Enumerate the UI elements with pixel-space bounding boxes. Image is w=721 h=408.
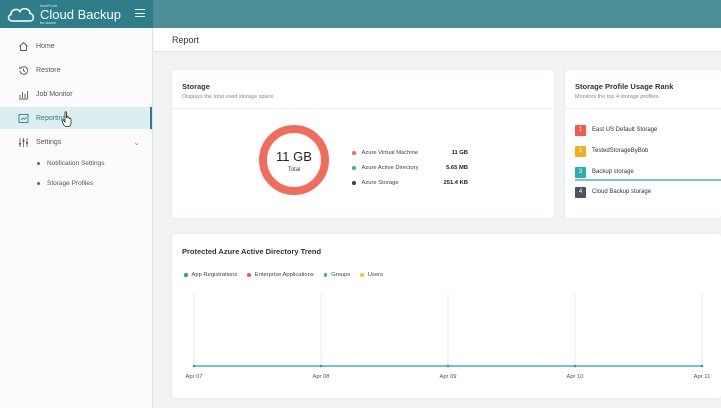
brand: AvePoint Cloud Backup for Azure [0, 0, 153, 28]
storage-total-label: Total [287, 167, 301, 173]
aad-trend-card: Protected Azure Active Directory Trend A… [172, 234, 721, 398]
trend-line-chart: Apr 07 Apr 08 Apr 09 Apr 10 Apr 11 [185, 294, 711, 380]
rank-badge: 1 [575, 124, 586, 136]
page-header: Report [154, 28, 721, 52]
sidebar-item-label: Home [36, 42, 55, 50]
storage-card: Storage Displays the total used storage … [172, 70, 554, 218]
rank-badge: 2 [575, 145, 586, 157]
bullet-icon [37, 181, 40, 185]
storage-legend-item: Azure Virtual Machine 11 GB [352, 148, 472, 158]
chevron-down-icon[interactable]: ⌄ [133, 138, 140, 147]
storage-profile-rank-card: Storage Profile Usage Rank Monitors the … [565, 70, 721, 218]
sidebar-item-label: Job Monitor [36, 90, 73, 98]
storage-legend-item: Azure Active Directory 5.65 MB [352, 163, 472, 173]
card-divider [172, 108, 554, 109]
storage-legend-name: Azure Storage [361, 180, 399, 186]
hand-cursor-icon [61, 111, 72, 127]
x-tick-label: Apr 11 [694, 374, 711, 380]
sidebar-item-label: Restore [36, 66, 61, 74]
brand-name: Cloud Backup [40, 6, 121, 22]
rank-item[interactable]: 1 East US Default Storage [575, 124, 721, 136]
storage-card-subtitle: Displays the total used storage space. [182, 94, 275, 100]
x-tick-label: Apr 08 [312, 374, 329, 380]
rank-item-name: Backup storage [592, 169, 634, 175]
card-divider [565, 108, 721, 109]
storage-legend-name: Azure Active Directory [361, 165, 419, 171]
rank-usage-bar [575, 179, 721, 181]
rank-card-title: Storage Profile Usage Rank [575, 82, 674, 91]
storage-legend-item: Azure Storage 251.4 KB [352, 178, 472, 188]
x-tick-label: Apr 09 [439, 374, 456, 380]
storage-legend-value: 11 GB [451, 150, 468, 156]
restore-icon [18, 65, 29, 76]
x-tick-label: Apr 07 [185, 374, 202, 380]
sidebar-subitem-storage-profiles[interactable]: Storage Profiles [0, 174, 152, 192]
main-content: Report Storage Displays the total used s… [154, 28, 721, 408]
brand-text: AvePoint Cloud Backup for Azure [40, 3, 121, 25]
settings-sliders-icon [18, 137, 29, 148]
rank-item[interactable]: 4 Cloud Backup storage [575, 186, 721, 198]
storage-card-title: Storage [182, 82, 210, 91]
legend-dot [352, 151, 356, 155]
home-icon [18, 41, 29, 52]
sidebar-subitem-label: Storage Profiles [47, 179, 94, 187]
storage-legend-value: 5.65 MB [446, 165, 468, 171]
job-monitor-icon [18, 89, 29, 100]
rank-badge: 4 [575, 186, 586, 198]
rank-item-name: East US Default Storage [592, 127, 658, 133]
rank-item[interactable]: 3 Backup storage [575, 166, 721, 178]
top-bar: AvePoint Cloud Backup for Azure [0, 0, 721, 28]
rank-card-subtitle: Monitors the top 4 storage profiles. [575, 94, 660, 100]
reporting-icon [18, 113, 29, 124]
sidebar-item-label: Settings [36, 138, 62, 146]
storage-legend-name: Azure Virtual Machine [361, 150, 419, 156]
hamburger-menu-icon[interactable] [135, 9, 145, 17]
bullet-icon [37, 161, 40, 165]
page-title: Report [172, 35, 200, 45]
sidebar: Home Restore Job Monitor Reporting Setti… [0, 28, 153, 408]
legend-dot [352, 181, 356, 185]
sidebar-item-reporting[interactable]: Reporting [0, 107, 152, 129]
cloud-logo-icon [7, 7, 35, 22]
sidebar-item-settings[interactable]: Settings ⌄ [0, 131, 152, 153]
sidebar-subitem-notification-settings[interactable]: Notification Settings [0, 154, 152, 172]
rank-item[interactable]: 2 TestedStorageByBob [575, 145, 721, 157]
storage-total-value: 11 GB [276, 149, 312, 164]
sidebar-item-job-monitor[interactable]: Job Monitor [0, 83, 152, 105]
rank-badge: 3 [575, 166, 586, 178]
rank-item-name: TestedStorageByBob [592, 148, 649, 154]
x-tick-label: Apr 10 [566, 374, 583, 380]
brand-sub-text: for Azure [40, 19, 57, 25]
rank-item-name: Cloud Backup storage [592, 189, 652, 195]
legend-dot [352, 166, 356, 170]
sidebar-item-restore[interactable]: Restore [0, 59, 152, 81]
sidebar-item-home[interactable]: Home [0, 35, 152, 57]
sidebar-subitem-label: Notification Settings [47, 159, 105, 167]
storage-legend-value: 251.4 KB [443, 180, 469, 186]
